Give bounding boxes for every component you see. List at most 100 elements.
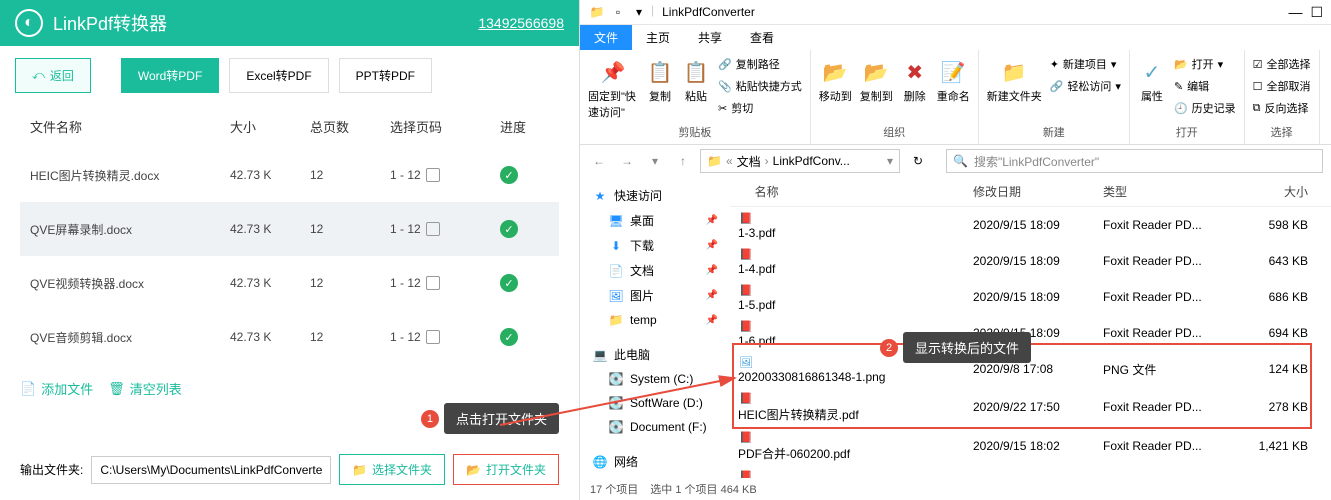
address-box[interactable]: 📁 « 文档 › LinkPdfConv... ▾ (700, 149, 900, 173)
col-date[interactable]: 修改日期 (973, 183, 1103, 200)
nav-this-pc[interactable]: 💻此电脑 (584, 342, 726, 367)
table-row[interactable]: HEIC图片转换精灵.docx 42.73 K 12 1 - 12 ✓ (20, 148, 559, 202)
table-row[interactable]: QVE音频剪辑.docx 42.73 K 12 1 - 12 ✓ (20, 310, 559, 364)
file-row[interactable]: 📕1-4.pdf 2020/9/15 18:09 Foxit Reader PD… (730, 243, 1331, 279)
select-none-label: 全部取消 (1267, 78, 1311, 94)
group-open: 打开 (1138, 122, 1236, 140)
open-button[interactable]: 📂 打开 ▾ (1174, 54, 1236, 74)
nav-drive-f[interactable]: 💽Document (F:) (584, 415, 726, 439)
range-icon[interactable] (426, 168, 440, 182)
nav-docf-label: Document (F:) (630, 420, 707, 434)
clear-list-button[interactable]: 🗑 清空列表 (108, 379, 182, 398)
col-range: 选择页码 (390, 117, 500, 136)
ribbon-tab-view[interactable]: 查看 (736, 25, 788, 50)
tab-word-pdf[interactable]: Word转PDF (121, 58, 219, 93)
group-new: 新建 (987, 122, 1121, 140)
select-folder-button[interactable]: 📁 选择文件夹 (339, 454, 445, 485)
nav-desktop[interactable]: 🖥桌面📌 (584, 208, 726, 233)
nav-drive-d[interactable]: 💽SoftWare (D:) (584, 391, 726, 415)
nav-drive-c[interactable]: 💽System (C:) (584, 367, 726, 391)
add-file-button[interactable]: 📄 添加文件 (20, 379, 93, 398)
file-row[interactable]: 📕1-3.pdf 2020/9/15 18:09 Foxit Reader PD… (730, 207, 1331, 243)
new-item-button[interactable]: ✦ 新建项目 ▾ (1050, 54, 1121, 74)
nav-temp[interactable]: 📁temp📌 (584, 308, 726, 332)
breadcrumb-2[interactable]: LinkPdfConv... (773, 154, 850, 168)
ribbon-tab-home[interactable]: 主页 (632, 25, 684, 50)
qat-icon[interactable]: ▫ (609, 3, 627, 21)
qat-icon-2[interactable]: ▾ (630, 3, 648, 21)
file-type: PNG 文件 (1103, 361, 1238, 378)
file-date: 2020/9/15 18:02 (973, 439, 1103, 453)
file-type: Foxit Reader PD... (1103, 478, 1238, 479)
file-row[interactable]: 📕HEIC图片转换精灵.pdf 2020/9/22 17:50 Foxit Re… (730, 387, 1331, 426)
group-select: 选择 (1253, 122, 1311, 140)
file-row[interactable]: 📕PDF合并-060200.pdf 2020/9/15 18:02 Foxit … (730, 426, 1331, 465)
cut-button[interactable]: ✂ 剪切 (718, 98, 802, 118)
refresh-button[interactable]: ↻ (906, 149, 930, 173)
copy-path-button[interactable]: 🔗 复制路径 (718, 54, 802, 74)
pin-button[interactable]: 📌固定到"快速访问" (588, 54, 638, 120)
file-name: 📕1-3.pdf (738, 210, 973, 240)
copy-path-label: 复制路径 (736, 56, 780, 72)
nav-quick-access[interactable]: ★快速访问 (584, 183, 726, 208)
select-none-button[interactable]: ☐ 全部取消 (1253, 76, 1311, 96)
cell-range: 1 - 12 (390, 168, 500, 182)
copy-to-button[interactable]: 📂复制到 (860, 54, 893, 104)
range-icon[interactable] (426, 222, 440, 236)
forward-button[interactable]: → (616, 150, 638, 172)
ribbon-tab-share[interactable]: 共享 (684, 25, 736, 50)
history-button[interactable]: 🕘 历史记录 (1174, 98, 1236, 118)
nav-documents[interactable]: 📄文档📌 (584, 258, 726, 283)
maximize-button[interactable]: ☐ (1310, 4, 1323, 21)
rename-button[interactable]: 📝重命名 (937, 54, 970, 104)
paste-label: 粘贴 (685, 88, 707, 104)
new-folder-button[interactable]: 📁新建文件夹 (987, 54, 1042, 104)
open-folder-button[interactable]: 📂 打开文件夹 (453, 454, 559, 485)
col-name[interactable]: 名称 (738, 183, 973, 200)
nav-pictures[interactable]: 🖼图片📌 (584, 283, 726, 308)
col-type[interactable]: 类型 (1103, 183, 1238, 200)
nav-downloads[interactable]: ⬇下载📌 (584, 233, 726, 258)
back-button[interactable]: ← (588, 150, 610, 172)
move-label: 移动到 (819, 88, 852, 104)
paste-button[interactable]: 📋粘贴 (682, 54, 710, 104)
nav-network[interactable]: 🌐网络 (584, 449, 726, 474)
file-row[interactable]: 📕1-5.pdf 2020/9/15 18:09 Foxit Reader PD… (730, 279, 1331, 315)
table-row[interactable]: QVE屏幕录制.docx 42.73 K 12 1 - 12 ✓ (20, 202, 559, 256)
pdf-icon: 📕 (738, 246, 754, 262)
tab-ppt-pdf[interactable]: PPT转PDF (339, 58, 432, 93)
table-row[interactable]: QVE视频转换器.docx 42.73 K 12 1 - 12 ✓ (20, 256, 559, 310)
up-button[interactable]: ↑ (672, 150, 694, 172)
ribbon-tab-file[interactable]: 文件 (580, 25, 632, 50)
return-label: 返回 (50, 67, 74, 84)
select-all-button[interactable]: ☑ 全部选择 (1253, 54, 1311, 74)
paste-shortcut-button[interactable]: 📎 粘贴快捷方式 (718, 76, 802, 96)
file-type: Foxit Reader PD... (1103, 218, 1238, 232)
pin-icon: 📌 (706, 290, 718, 301)
output-path-input[interactable] (91, 456, 331, 484)
range-icon[interactable] (426, 330, 440, 344)
copy-button[interactable]: 📋复制 (646, 54, 674, 104)
recent-button[interactable]: ▾ (644, 150, 666, 172)
linkpdf-app: ◐ LinkPdf转换器 13492566698 ⤺ 返回 Word转PDF E… (0, 0, 580, 500)
breadcrumb-1[interactable]: 文档 (737, 153, 761, 170)
phone-link[interactable]: 13492566698 (478, 15, 564, 31)
copy-to-label: 复制到 (860, 88, 893, 104)
tab-excel-pdf[interactable]: Excel转PDF (229, 58, 328, 93)
cell-progress: ✓ (500, 274, 540, 292)
file-row[interactable]: 📕QVE屏幕录制.pdf 2020/9/22 17:50 Foxit Reade… (730, 465, 1331, 478)
file-name: 📕1-5.pdf (738, 282, 973, 312)
delete-button[interactable]: ✖删除 (901, 54, 929, 104)
ribbon: 📌固定到"快速访问" 📋复制 📋粘贴 🔗 复制路径 📎 粘贴快捷方式 ✂ 剪切 … (580, 50, 1331, 145)
range-icon[interactable] (426, 276, 440, 290)
minimize-button[interactable]: — (1288, 4, 1302, 21)
col-size[interactable]: 大小 (1238, 183, 1308, 200)
properties-button[interactable]: ✓属性 (1138, 54, 1166, 104)
move-to-button[interactable]: 📂移动到 (819, 54, 852, 104)
return-button[interactable]: ⤺ 返回 (15, 58, 91, 93)
file-date: 2020/9/22 17:50 (973, 478, 1103, 479)
easy-access-button[interactable]: 🔗 轻松访问 ▾ (1050, 76, 1121, 96)
invert-select-button[interactable]: ⧉ 反向选择 (1253, 98, 1311, 118)
search-box[interactable]: 🔍 搜索"LinkPdfConverter" (946, 149, 1323, 173)
edit-button[interactable]: ✎ 编辑 (1174, 76, 1236, 96)
